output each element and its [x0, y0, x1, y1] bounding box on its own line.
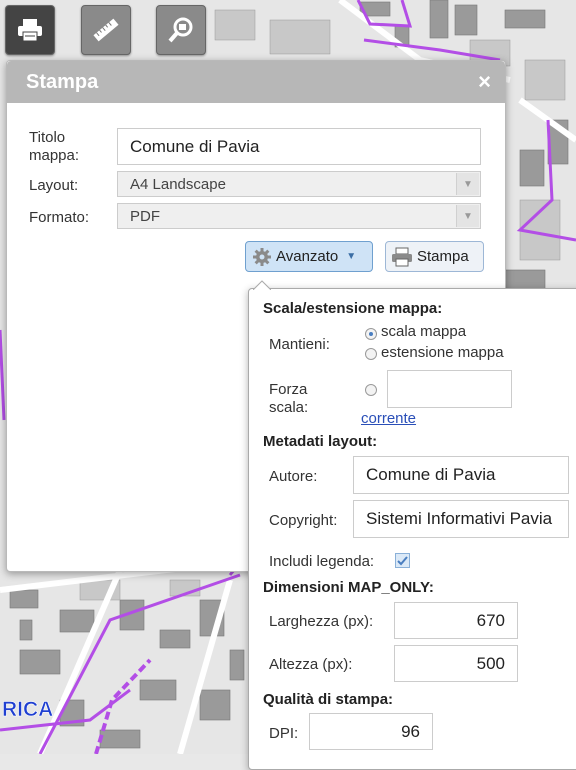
- title-label: Titolo mappa:: [29, 129, 80, 164]
- advanced-button[interactable]: Avanzato ▼: [245, 241, 373, 272]
- keep-label: Mantieni:: [269, 336, 330, 353]
- author-input[interactable]: Comune di Pavia: [353, 456, 569, 494]
- close-icon[interactable]: ×: [478, 71, 491, 93]
- layout-label: Layout:: [29, 177, 79, 194]
- print-button-label: Stampa: [417, 248, 469, 265]
- ruler-icon: [93, 18, 119, 42]
- printer-icon: [392, 247, 412, 266]
- dialog-header: Stampa ×: [7, 61, 505, 103]
- scale-section-title: Scala/estensione mappa:: [263, 300, 443, 317]
- print-tool-button[interactable]: [5, 5, 55, 55]
- format-select-value: PDF: [130, 207, 160, 225]
- title-input[interactable]: Comune di Pavia: [117, 128, 481, 165]
- measure-tool-button[interactable]: [81, 5, 131, 55]
- check-icon: [397, 556, 408, 566]
- format-label: Formato:: [29, 209, 90, 226]
- format-select[interactable]: PDF ▼: [117, 203, 481, 229]
- map-place-label: RICA: [2, 698, 53, 721]
- force-scale-label: Forza scala:: [269, 381, 309, 416]
- chevron-down-icon: ▼: [456, 173, 479, 195]
- dpi-label: DPI:: [269, 725, 299, 742]
- popup-pointer: [253, 280, 271, 290]
- radio-extent[interactable]: [365, 348, 377, 360]
- chevron-down-icon: ▼: [456, 205, 479, 227]
- layout-select-value: A4 Landscape: [130, 175, 226, 193]
- advanced-panel: Scala/estensione mappa: Mantieni: scala …: [248, 280, 576, 770]
- copyright-input[interactable]: Sistemi Informativi Pavia: [353, 500, 569, 538]
- gear-icon: [253, 247, 271, 266]
- height-input[interactable]: 500: [394, 645, 518, 682]
- author-label: Autore:: [269, 468, 318, 485]
- layout-select[interactable]: A4 Landscape ▼: [117, 171, 481, 197]
- width-label: Larghezza (px):: [269, 613, 374, 630]
- dialog-title: Stampa: [26, 70, 99, 93]
- print-button[interactable]: Stampa: [385, 241, 484, 272]
- force-scale-toggle[interactable]: [365, 384, 377, 396]
- printer-icon: [18, 19, 42, 42]
- dpi-input[interactable]: 96: [309, 713, 433, 750]
- force-scale-input[interactable]: [387, 370, 512, 408]
- metadata-section-title: Metadati layout:: [263, 433, 378, 450]
- radio-scale[interactable]: [365, 328, 377, 340]
- caret-down-icon: ▼: [346, 251, 357, 262]
- radio-scale-label: scala mappa: [381, 323, 467, 340]
- height-label: Altezza (px):: [269, 656, 353, 673]
- copyright-label: Copyright:: [269, 512, 338, 529]
- search-tool-button[interactable]: [156, 5, 206, 55]
- quality-section-title: Qualità di stampa:: [263, 691, 394, 708]
- magnifier-icon: [168, 17, 193, 43]
- mapsize-section-title: Dimensioni MAP_ONLY:: [263, 579, 434, 596]
- current-scale-link[interactable]: corrente: [361, 410, 416, 427]
- advanced-button-label: Avanzato: [276, 248, 339, 265]
- width-input[interactable]: 670: [394, 602, 518, 639]
- legend-checkbox[interactable]: [395, 553, 410, 568]
- legend-label: Includi legenda:: [269, 553, 375, 570]
- radio-extent-label: estensione mappa: [381, 344, 504, 361]
